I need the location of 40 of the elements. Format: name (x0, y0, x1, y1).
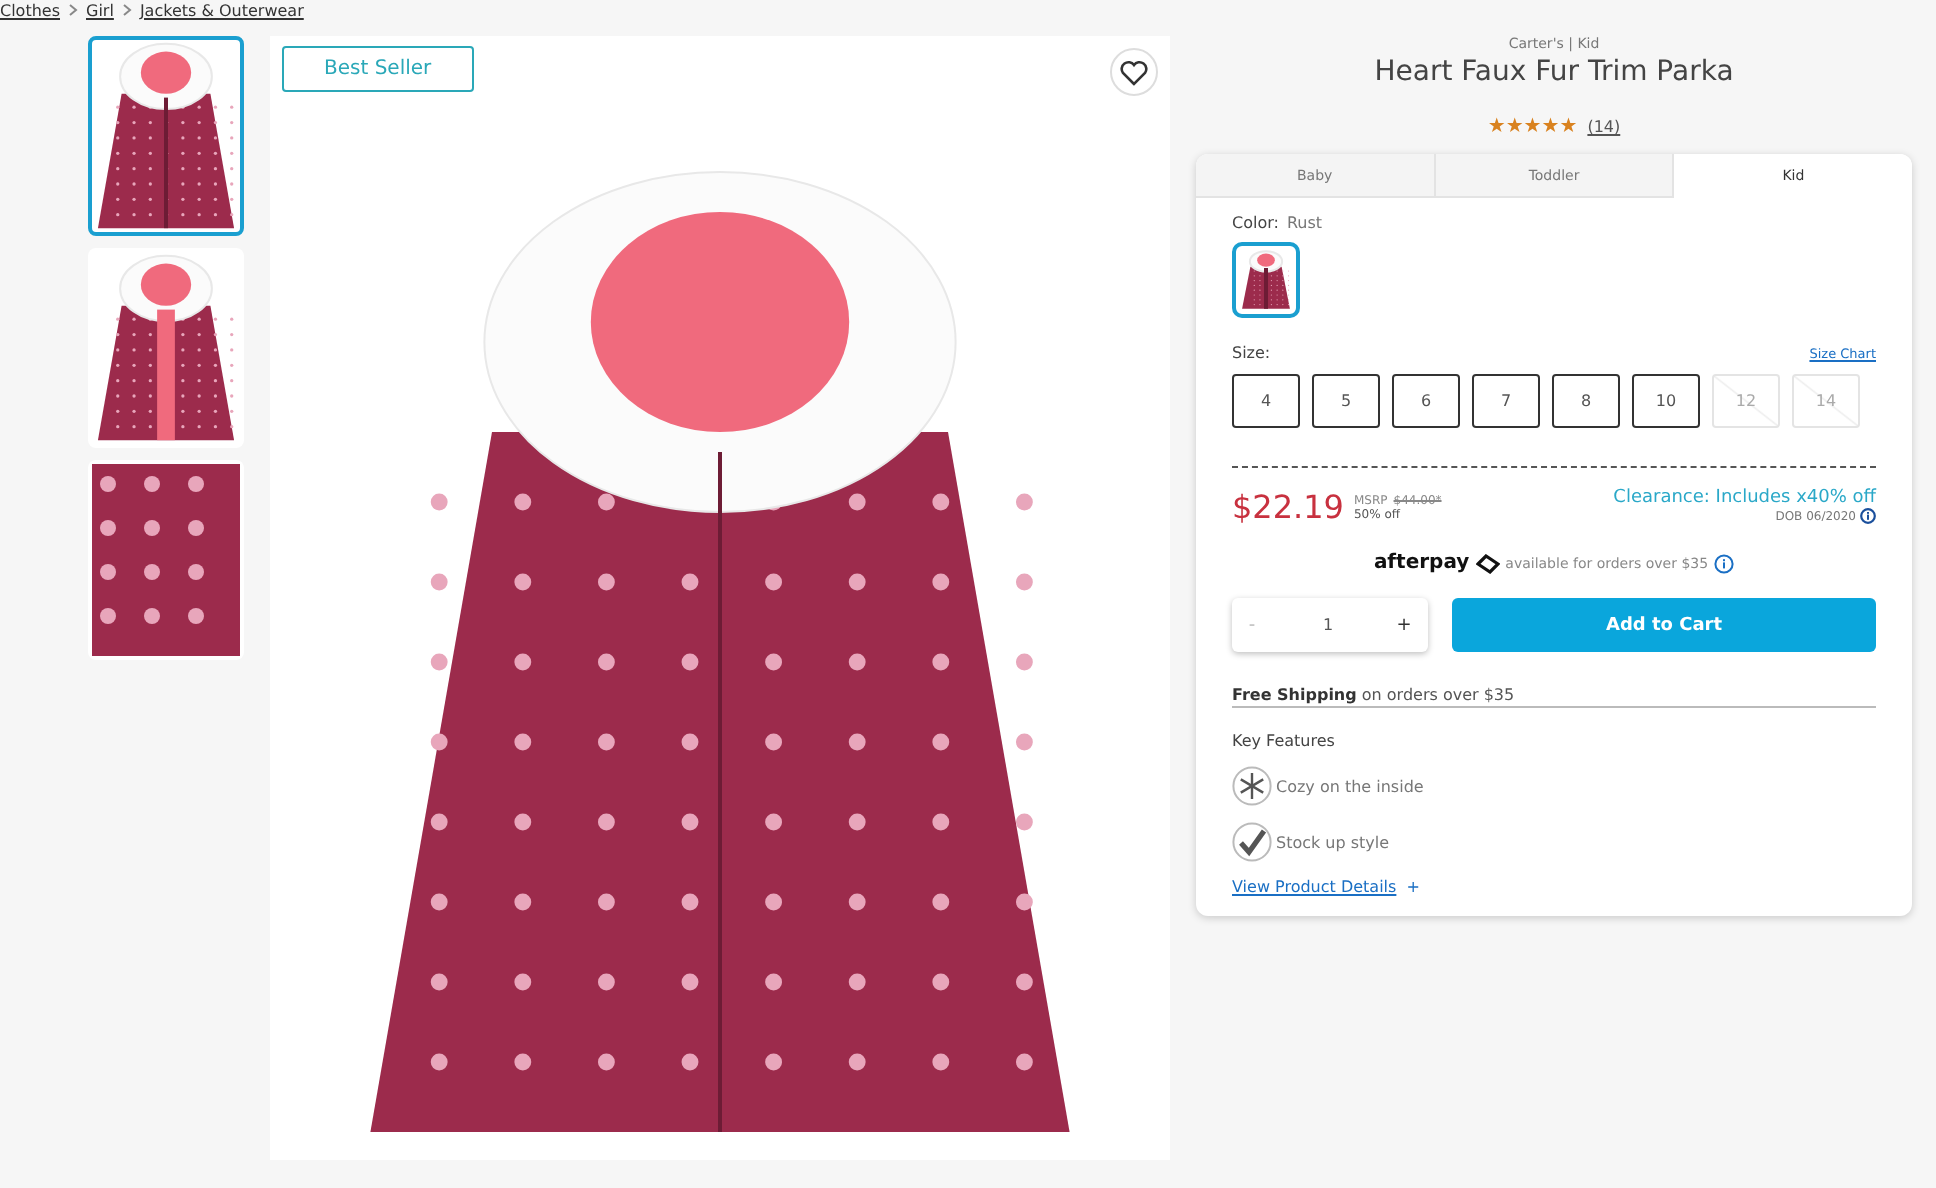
jacket-swatch-drawing (1240, 250, 1292, 310)
size-option[interactable]: 7 (1472, 374, 1540, 428)
favorite-button[interactable] (1110, 48, 1158, 96)
chevron-icon (121, 4, 132, 16)
expand-icon: + (1406, 878, 1420, 896)
star-icon: ★ (1505, 116, 1524, 138)
view-details-link[interactable]: View Product Details (1232, 878, 1397, 896)
star-icon: ★ (1541, 116, 1560, 138)
afterpay-logo: afterpay (1373, 552, 1470, 574)
size-option[interactable]: 8 (1552, 374, 1620, 428)
checkmark-icon (1232, 822, 1272, 862)
color-label: Color: (1232, 214, 1279, 232)
breadcrumb-link[interactable]: Clothes (0, 1, 60, 19)
feature-label: Stock up style (1276, 833, 1390, 851)
size-option[interactable]: 10 (1632, 374, 1700, 428)
size-label: Size: (1232, 344, 1271, 362)
breadcrumb-link[interactable]: Girl (86, 1, 114, 19)
color-value: Rust (1286, 214, 1323, 232)
color-swatch[interactable] (1232, 242, 1300, 318)
size-option[interactable]: 5 (1312, 374, 1380, 428)
size-option[interactable]: 6 (1392, 374, 1460, 428)
feature-label: Cozy on the inside (1276, 777, 1424, 795)
chevron-icon (68, 4, 78, 16)
product-title: Heart Faux Fur Trim Parka (1374, 56, 1734, 88)
review-count-link[interactable]: (14) (1587, 118, 1621, 136)
key-features-title: Key Features (1232, 732, 1337, 750)
sale-price: $22.19 (1232, 488, 1344, 526)
info-icon (1860, 508, 1876, 524)
star-icon: ★ (1559, 116, 1578, 138)
snowflake-icon (1232, 766, 1272, 806)
shipping-note: Free Shipping on orders over $35 (1232, 686, 1876, 708)
info-icon (1714, 553, 1735, 573)
clearance-text: Clearance: Includes x40% off (1613, 488, 1876, 508)
increase-button[interactable]: + (1384, 613, 1424, 637)
star-icon: ★ (1523, 116, 1542, 138)
best-seller-badge: Best Seller (282, 46, 474, 92)
star-icon: ★ (1487, 116, 1506, 138)
breadcrumb-link[interactable]: Jackets & Outerwear (139, 1, 304, 19)
size-option[interactable]: 4 (1232, 374, 1300, 428)
heart-icon (1120, 59, 1148, 85)
